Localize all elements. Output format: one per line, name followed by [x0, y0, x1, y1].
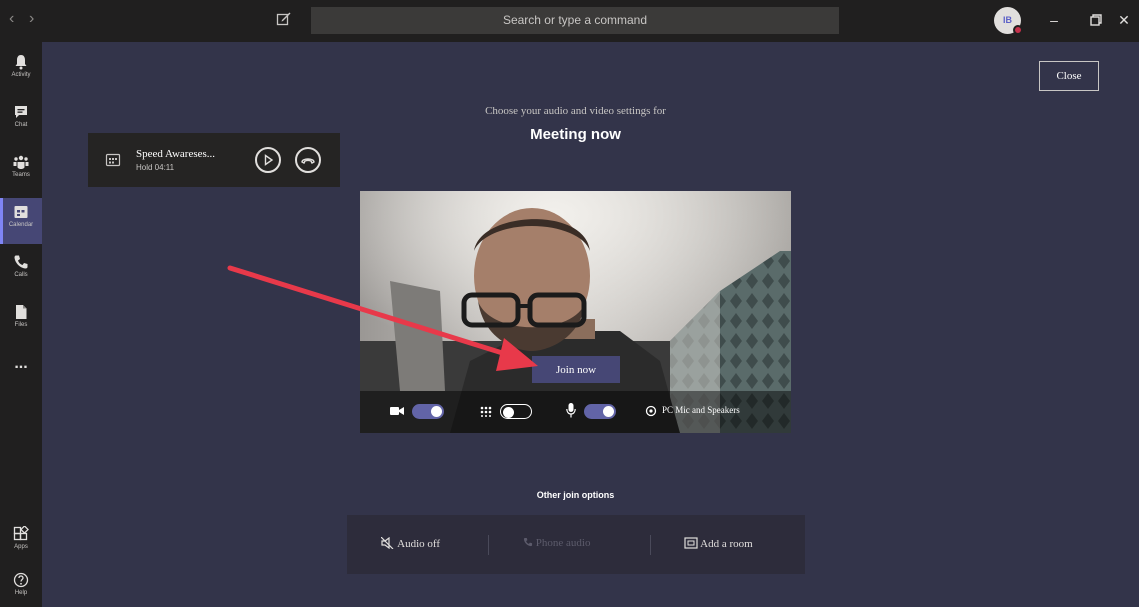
video-preview: [360, 191, 791, 433]
hang-up-icon: [301, 158, 315, 164]
background-blur-toggle[interactable]: [500, 404, 532, 419]
forward-icon[interactable]: ›: [29, 10, 34, 28]
play-icon: [264, 154, 274, 166]
minimize-button[interactable]: –: [1042, 8, 1066, 32]
background-blur-icon: [480, 406, 492, 417]
teams-icon: [13, 155, 29, 169]
call-on-hold-card[interactable]: Speed Awareses... Hold 04:11: [88, 133, 340, 187]
file-icon: [16, 305, 27, 319]
toggle-knob: [503, 407, 514, 418]
toggle-knob: [603, 406, 614, 417]
phone-icon: [523, 537, 533, 547]
rail-item-help[interactable]: Help: [0, 566, 42, 607]
rail-item-files[interactable]: Files: [0, 298, 42, 344]
audio-device-label[interactable]: PC Mic and Speakers: [662, 405, 740, 415]
audio-off-label: Audio off: [397, 538, 441, 550]
rail-item-chat[interactable]: Chat: [0, 98, 42, 144]
maximize-button[interactable]: [1084, 8, 1108, 32]
microphone-icon: [566, 403, 576, 418]
camera-feed-image: [360, 191, 791, 433]
apps-icon: [13, 526, 29, 541]
divider: [488, 535, 489, 555]
phone-icon: [14, 255, 28, 269]
resume-call-button[interactable]: [255, 147, 281, 173]
meeting-title: Meeting now: [530, 126, 621, 143]
more-apps-button[interactable]: ...: [0, 354, 42, 384]
restore-icon: [1090, 14, 1102, 26]
calendar-icon: [14, 206, 28, 218]
settings-prompt: Choose your audio and video settings for: [485, 105, 666, 117]
compose-icon[interactable]: [276, 11, 292, 27]
divider: [650, 535, 651, 555]
search-input[interactable]: Search or type a command: [311, 7, 839, 34]
held-call-name: Speed Awareses...: [136, 148, 216, 160]
calendar-call-icon: [105, 153, 121, 167]
rail-label: Chat: [14, 122, 28, 128]
close-button[interactable]: Close: [1039, 61, 1099, 91]
microphone-toggle[interactable]: [584, 404, 616, 419]
rail-item-apps[interactable]: Apps: [0, 520, 42, 566]
phone-audio-option: Phone audio: [523, 537, 590, 549]
rail-label: Files: [14, 322, 28, 328]
rail-label: Teams: [12, 172, 30, 178]
chat-icon: [15, 106, 27, 118]
bell-icon: [15, 55, 27, 70]
end-call-button[interactable]: [295, 147, 321, 173]
rail-label: Calls: [14, 272, 28, 278]
audio-off-option[interactable]: Audio off: [380, 536, 441, 550]
rail-item-activity[interactable]: Activity: [0, 48, 42, 94]
join-now-button[interactable]: Join now: [532, 356, 620, 383]
rail-item-teams[interactable]: Teams: [0, 148, 42, 194]
held-call-status: Hold 04:11: [136, 163, 175, 172]
back-icon[interactable]: ‹: [9, 10, 14, 28]
rail-item-calendar[interactable]: Calendar: [0, 198, 42, 244]
other-join-options-heading: Other join options: [536, 490, 615, 500]
rail-label: Help: [14, 590, 28, 596]
rail-label: Activity: [11, 72, 31, 78]
rail-label: Calendar: [8, 222, 34, 228]
camera-icon: [390, 407, 404, 415]
help-icon: [13, 572, 29, 588]
rail-label: Apps: [14, 544, 28, 550]
room-icon: [684, 537, 698, 549]
rail-item-calls[interactable]: Calls: [0, 248, 42, 294]
teams-window: ‹ › Search or type a command IB – ✕ Acti…: [0, 0, 1139, 607]
speaker-off-icon: [380, 536, 394, 550]
add-a-room-option[interactable]: Add a room: [684, 537, 753, 550]
other-join-options-bar: Audio off Phone audio Add a room: [347, 515, 805, 574]
settings-icon[interactable]: [645, 405, 657, 417]
title-bar: ‹ › Search or type a command IB – ✕: [0, 0, 1139, 42]
toggle-knob: [431, 406, 442, 417]
presence-status-badge: [1013, 25, 1023, 35]
camera-toggle[interactable]: [412, 404, 444, 419]
phone-audio-label: Phone audio: [535, 537, 591, 549]
app-bar: Activity Chat Teams Calendar Calls Files…: [0, 42, 42, 607]
close-window-button[interactable]: ✕: [1112, 8, 1136, 32]
add-a-room-label: Add a room: [700, 538, 753, 550]
